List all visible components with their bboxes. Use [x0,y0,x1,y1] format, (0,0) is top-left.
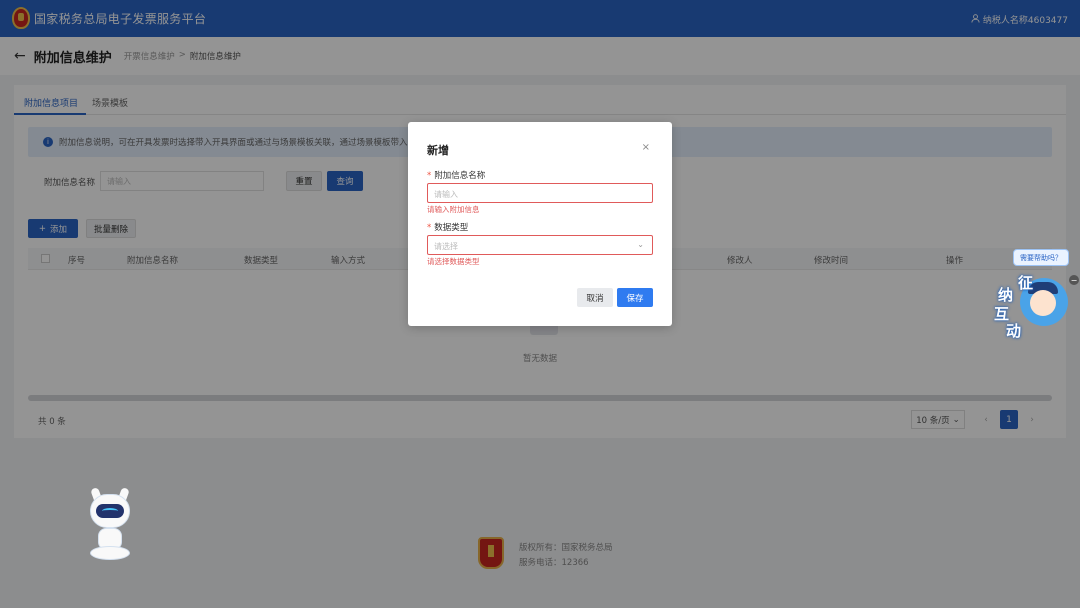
mascot-char-na: 纳 [998,286,1014,304]
field-data-type-label: * 数据类型 [427,223,469,233]
required-asterisk: * [427,223,432,233]
info-name-input[interactable]: 请输入 [427,183,653,203]
field-info-name-label: * 附加信息名称 [427,171,486,181]
robot-visor [96,504,124,518]
data-type-error: 请选择数据类型 [427,257,480,266]
data-type-placeholder: 请选择 [434,242,458,251]
required-asterisk: * [427,171,432,181]
help-bubble[interactable]: 需要帮助吗？ [1013,249,1069,266]
close-icon[interactable]: × [642,142,650,153]
save-button[interactable]: 保存 [617,288,653,307]
add-dialog: 新增 × * 附加信息名称 请输入 请输入附加信息 * 数据类型 请选择 ⌄ 请选择… [408,122,672,326]
chevron-down-icon: ⌄ [637,240,644,249]
tax-interaction-mascot[interactable]: 征 纳 互 动 [994,272,1070,342]
data-type-select[interactable]: 请选择 ⌄ [427,235,653,255]
mascot-char-zheng: 征 [1018,274,1034,292]
cancel-button[interactable]: 取消 [577,288,613,307]
dialog-title: 新增 [427,144,449,157]
mascot-face [1030,290,1056,316]
minimize-icon[interactable]: − [1069,275,1079,285]
mascot-char-dong: 动 [1006,322,1022,340]
info-name-error: 请输入附加信息 [427,205,480,214]
robot-assistant-icon[interactable] [84,486,136,564]
robot-base [90,546,130,560]
